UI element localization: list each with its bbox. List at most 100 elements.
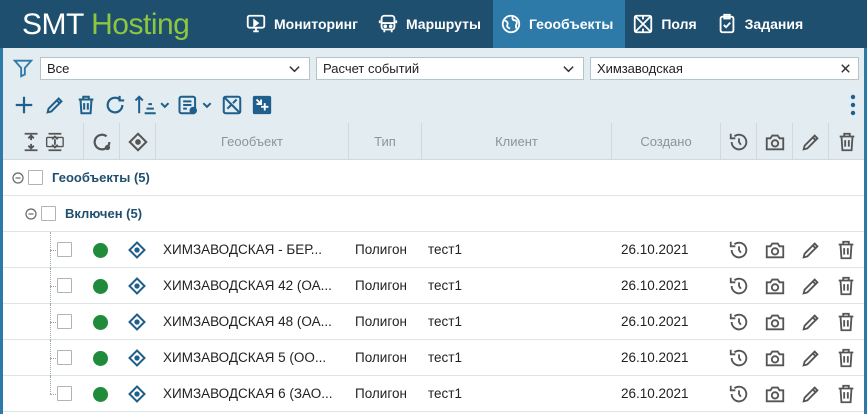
history-column-header[interactable]: [721, 123, 757, 160]
history-icon: [729, 133, 747, 150]
client-column-header[interactable]: Клиент: [422, 123, 612, 160]
sort-dropdown[interactable]: [133, 93, 171, 117]
toolbar: [0, 88, 867, 123]
geoobject-name: ХИМЗАВОДСКАЯ 6 (ЗАО...: [163, 386, 333, 401]
row-checkbox[interactable]: [57, 278, 72, 293]
delete-column-header[interactable]: [829, 123, 864, 160]
map-off-button[interactable]: [221, 93, 243, 117]
history-icon[interactable]: [728, 239, 750, 261]
created-date: 26.10.2021: [621, 242, 689, 257]
camera-icon[interactable]: [764, 383, 786, 405]
event-calc-select[interactable]: Расчет событий: [316, 57, 584, 80]
pencil-icon[interactable]: [800, 239, 822, 261]
pencil-icon[interactable]: [800, 347, 822, 369]
created-column-header[interactable]: Создано: [612, 123, 721, 160]
table-row[interactable]: ХИМЗАВОДСКАЯ 48 (ОА... Полигон тест1 26.…: [3, 304, 864, 340]
trash-icon[interactable]: [835, 383, 857, 405]
geoobject-name: ХИМЗАВОДСКАЯ 42 (ОА...: [163, 278, 332, 293]
client-name: тест1: [428, 386, 462, 401]
type-column-header[interactable]: Тип: [349, 123, 422, 160]
add-icon: [15, 96, 33, 114]
history-icon[interactable]: [728, 275, 750, 297]
edit-button[interactable]: [44, 93, 66, 117]
bus-icon: [378, 14, 398, 33]
globe-icon: [501, 14, 521, 34]
history-icon[interactable]: [728, 311, 750, 333]
trash-icon: [839, 132, 854, 151]
status-dot: [93, 351, 108, 366]
main-nav: Мониторинг Маршруты Геообъекты Поля Зада…: [238, 0, 815, 48]
report-icon: [178, 95, 212, 115]
nav-tasks[interactable]: Задания: [709, 0, 815, 48]
client-name: тест1: [428, 242, 462, 257]
clear-icon[interactable]: [839, 62, 852, 75]
camera-icon[interactable]: [764, 239, 786, 261]
nav-monitoring[interactable]: Мониторинг: [238, 0, 370, 48]
table-row[interactable]: ХИМЗАВОДСКАЯ 5 (ОО... Полигон тест1 26.1…: [3, 340, 864, 376]
status-dot: [93, 243, 108, 258]
refresh-button[interactable]: [104, 93, 126, 117]
grid-header: Геообъект Тип Клиент Создано: [3, 123, 864, 160]
created-date: 26.10.2021: [621, 278, 689, 293]
refresh-icon: [106, 95, 125, 114]
row-checkbox[interactable]: [57, 242, 72, 257]
row-checkbox[interactable]: [57, 350, 72, 365]
pencil-icon[interactable]: [800, 383, 822, 405]
trash-icon[interactable]: [835, 239, 857, 261]
geo-type-column-header[interactable]: [120, 123, 156, 160]
nav-routes[interactable]: Маршруты: [370, 0, 493, 48]
created-date: 26.10.2021: [621, 314, 689, 329]
geoobject-column-header[interactable]: Геообъект: [156, 123, 349, 160]
geoobjects-grid: Геообъект Тип Клиент Создано Геообъекты …: [0, 123, 867, 414]
search-input[interactable]: Химзаводская: [590, 57, 859, 80]
history-icon[interactable]: [728, 347, 750, 369]
export-button[interactable]: [251, 93, 273, 117]
add-button[interactable]: [13, 93, 35, 117]
geoobject-name: ХИМЗАВОДСКАЯ - БЕР...: [163, 242, 322, 257]
table-row[interactable]: ХИМЗАВОДСКАЯ 42 (ОА... Полигон тест1 26.…: [3, 268, 864, 304]
camera-icon[interactable]: [764, 311, 786, 333]
export-icon: [252, 95, 272, 115]
group-label: Геообъекты (5): [52, 170, 150, 185]
history-icon[interactable]: [728, 383, 750, 405]
collapse-icon[interactable]: [25, 208, 37, 220]
status-column-header[interactable]: [84, 123, 120, 160]
geoobject-name: ХИМЗАВОДСКАЯ 48 (ОА...: [163, 314, 332, 329]
geo-tag-icon: [128, 349, 146, 367]
status-select[interactable]: Все: [40, 57, 310, 80]
row-checkbox[interactable]: [57, 314, 72, 329]
group-row-geoobjects[interactable]: Геообъекты (5): [3, 160, 864, 196]
table-row[interactable]: ХИМЗАВОДСКАЯ - БЕР... Полигон тест1 26.1…: [3, 232, 864, 268]
camera-column-header[interactable]: [757, 123, 793, 160]
created-date: 26.10.2021: [621, 350, 689, 365]
table-row[interactable]: ХИМЗАВОДСКАЯ 6 (ЗАО... Полигон тест1 26.…: [3, 376, 864, 412]
report-dropdown[interactable]: [177, 93, 215, 117]
more-icon[interactable]: [850, 94, 856, 116]
app-logo[interactable]: SMT Hosting: [22, 8, 190, 42]
pencil-icon[interactable]: [800, 275, 822, 297]
geoobject-type: Полигон: [355, 386, 407, 401]
group-row-enabled[interactable]: Включен (5): [3, 196, 864, 232]
group-checkbox[interactable]: [28, 170, 43, 185]
group-checkbox[interactable]: [41, 206, 56, 221]
status-dot: [93, 279, 108, 294]
client-name: тест1: [428, 278, 462, 293]
trash-icon[interactable]: [835, 347, 857, 369]
delete-button[interactable]: [75, 93, 97, 117]
client-name: тест1: [428, 314, 462, 329]
trash-icon[interactable]: [835, 311, 857, 333]
edit-column-header[interactable]: [793, 123, 829, 160]
camera-icon[interactable]: [764, 347, 786, 369]
pencil-icon: [801, 133, 819, 151]
expand-collapse-header[interactable]: [3, 123, 84, 160]
nav-fields[interactable]: Поля: [625, 0, 708, 48]
filter-icon[interactable]: [12, 57, 34, 79]
pencil-icon[interactable]: [800, 311, 822, 333]
geoobject-type: Полигон: [355, 242, 407, 257]
trash-icon[interactable]: [835, 275, 857, 297]
row-checkbox[interactable]: [57, 386, 72, 401]
geoobject-type: Полигон: [355, 350, 407, 365]
collapse-icon[interactable]: [12, 172, 24, 184]
camera-icon[interactable]: [764, 275, 786, 297]
nav-geoobjects[interactable]: Геообъекты: [492, 0, 626, 48]
